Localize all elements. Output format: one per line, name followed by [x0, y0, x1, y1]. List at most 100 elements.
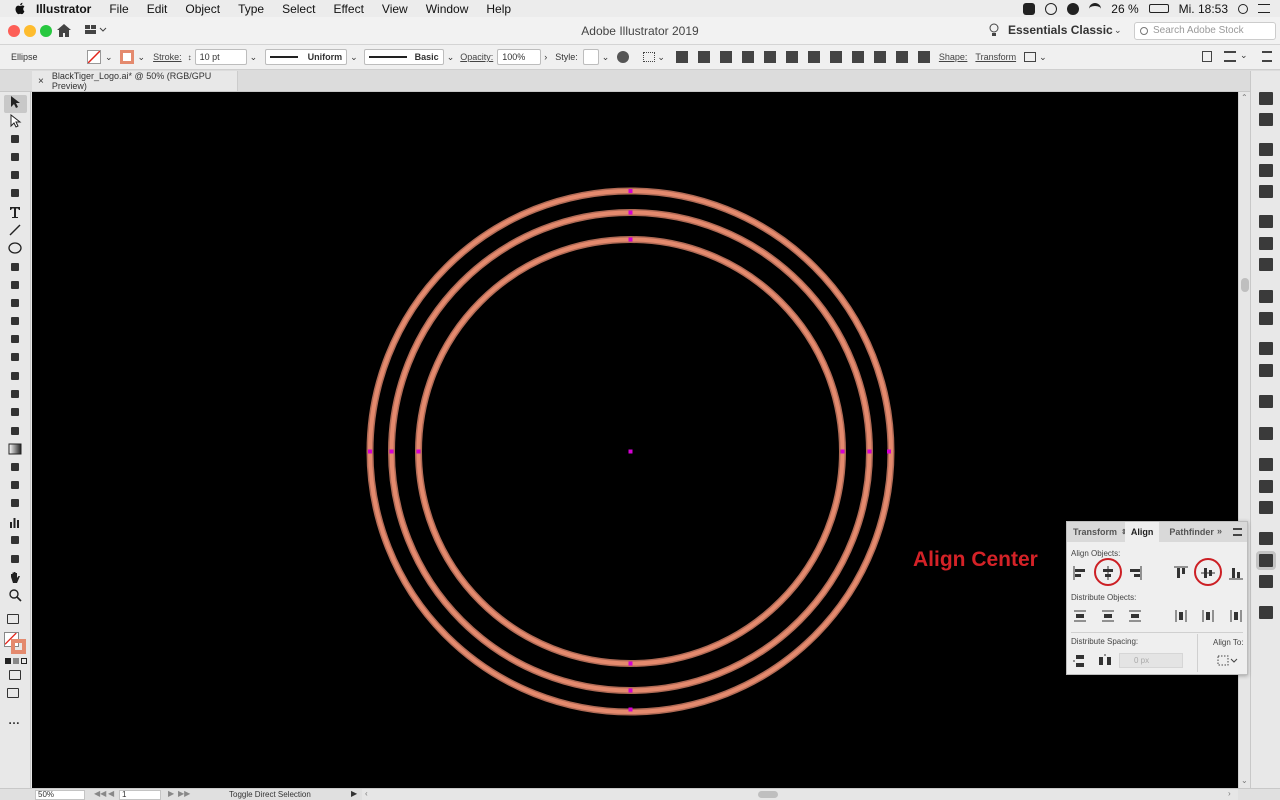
transparency-panel-icon[interactable]: [1259, 258, 1273, 271]
distribute-left-button[interactable]: [1173, 608, 1189, 624]
scale-tool-icon[interactable]: [7, 332, 23, 346]
control-panel-menu-icon[interactable]: [1224, 51, 1236, 62]
vertical-align-top-button[interactable]: [1173, 565, 1189, 581]
search-icon[interactable]: [1238, 3, 1248, 14]
libraries-panel-icon[interactable]: [1259, 395, 1273, 408]
align-right-icon[interactable]: [719, 51, 732, 63]
fill-swatch[interactable]: [87, 50, 101, 64]
transform-panel-icon[interactable]: [1259, 532, 1273, 545]
symbol-sprayer-tool-icon[interactable]: [7, 496, 23, 510]
color-panel-icon[interactable]: [1259, 92, 1273, 105]
distribute-bottom-button[interactable]: [1127, 608, 1143, 624]
creative-cloud-icon[interactable]: [1023, 2, 1036, 15]
stroke-label[interactable]: Stroke:: [153, 52, 182, 62]
status-text[interactable]: Toggle Direct Selection: [229, 790, 311, 799]
blob-brush-tool-icon[interactable]: [7, 278, 23, 292]
width-tool-icon[interactable]: [7, 350, 23, 364]
distribute-top-button[interactable]: [1072, 608, 1088, 624]
shape-builder-tool-icon[interactable]: [7, 387, 23, 401]
lasso-tool-icon[interactable]: [7, 150, 23, 164]
scroll-left-icon[interactable]: ‹: [365, 789, 368, 798]
stroke-weight-field[interactable]: 10 pt: [194, 49, 247, 65]
lightbulb-icon[interactable]: [989, 23, 999, 37]
type-tool-icon[interactable]: [7, 205, 23, 219]
mesh-tool-icon[interactable]: [7, 424, 23, 438]
align-horizontal-center-icon[interactable]: [697, 51, 710, 63]
stroke-panel-icon[interactable]: [1259, 215, 1273, 228]
circles-artwork[interactable]: [32, 92, 1238, 788]
chevron-down-icon[interactable]: ⌄: [105, 52, 113, 63]
curvature-tool-icon[interactable]: [7, 186, 23, 200]
appearance-panel-icon[interactable]: [1259, 290, 1273, 303]
workspace-switcher[interactable]: Essentials Classic: [1008, 23, 1113, 37]
variable-width-profile[interactable]: Uniform: [265, 49, 348, 65]
swatches-panel-icon[interactable]: [1259, 143, 1273, 156]
distribute-left-icon[interactable]: [873, 51, 886, 63]
next-artboard-icon[interactable]: ▶: [168, 789, 174, 798]
tab-align[interactable]: Align: [1124, 522, 1160, 542]
menu-app[interactable]: Illustrator: [36, 2, 91, 16]
zoom-field[interactable]: 50%: [35, 790, 85, 800]
wifi-icon[interactable]: [1089, 2, 1102, 15]
align-to-icon[interactable]: [643, 52, 656, 62]
distribute-horizontal-space-button[interactable]: [1097, 653, 1113, 669]
brush-definition[interactable]: Basic: [363, 49, 444, 65]
menu-file[interactable]: File: [109, 2, 128, 16]
shape-label[interactable]: Shape:: [939, 52, 968, 62]
distribute-horizontal-center-button[interactable]: [1200, 608, 1216, 624]
close-tab-icon[interactable]: ×: [38, 76, 44, 87]
ellipse-tool-icon[interactable]: [7, 241, 23, 255]
asset-export-panel-icon[interactable]: [1259, 342, 1273, 355]
vertical-align-bottom-button[interactable]: [1228, 565, 1244, 581]
panel-menu-icon[interactable]: [1233, 528, 1242, 536]
align-left-icon[interactable]: [675, 51, 688, 63]
cc-panel-icon[interactable]: [1259, 427, 1273, 440]
last-artboard-icon[interactable]: ▶▶: [178, 789, 190, 798]
distribute-vertical-center-icon[interactable]: [829, 51, 842, 63]
panel-collapse-icon[interactable]: »: [1217, 526, 1222, 536]
chevron-down-icon[interactable]: ⌄: [657, 52, 665, 63]
menu-window[interactable]: Window: [426, 2, 469, 16]
hand-tool-icon[interactable]: [7, 570, 23, 584]
opacity-field[interactable]: 100%: [497, 49, 542, 65]
recolor-artwork-icon[interactable]: [617, 51, 630, 63]
slice-tool-icon[interactable]: [7, 552, 23, 566]
scroll-thumb[interactable]: [1241, 278, 1249, 292]
gradient-tool-icon[interactable]: [7, 442, 23, 456]
paintbrush-tool-icon[interactable]: [7, 260, 23, 274]
prev-artboard-icon[interactable]: ◀: [108, 789, 114, 798]
stroke-swatch[interactable]: [119, 50, 134, 64]
tab-pathfinder[interactable]: Pathfinder: [1163, 522, 1220, 542]
chevron-down-icon[interactable]: ⌄: [1039, 52, 1047, 63]
menu-help[interactable]: Help: [486, 2, 511, 16]
brushes-panel-icon[interactable]: [1259, 164, 1273, 177]
line-segment-tool-icon[interactable]: [7, 223, 23, 237]
app-tray-icon[interactable]: [1067, 2, 1080, 15]
scroll-right-icon[interactable]: ›: [1228, 789, 1231, 798]
scroll-down-icon[interactable]: ⌄: [1241, 776, 1248, 785]
pathfinder-panel-icon[interactable]: [1259, 575, 1273, 588]
clock[interactable]: Mi. 18:53: [1179, 2, 1228, 16]
artboard-field[interactable]: 1: [119, 790, 161, 800]
horizontal-scroll-thumb[interactable]: [758, 791, 778, 798]
isolate-icon[interactable]: [1024, 52, 1037, 62]
adobe-stock-search[interactable]: Search Adobe Stock: [1134, 22, 1276, 40]
align-panel-icon[interactable]: [1256, 551, 1276, 570]
more-tools-icon[interactable]: …: [8, 713, 21, 727]
distribute-right-icon[interactable]: [917, 51, 930, 63]
eyedropper-tool-icon[interactable]: [7, 460, 23, 474]
distribute-vertical-center-button[interactable]: [1100, 608, 1116, 624]
artboards-panel-icon[interactable]: [1259, 364, 1273, 377]
graphic-styles-panel-icon[interactable]: [1259, 312, 1273, 325]
character-panel-icon[interactable]: [1259, 458, 1273, 471]
document-tab[interactable]: × BlackTiger_Logo.ai* @ 50% (RGB/GPU Pre…: [32, 71, 238, 91]
distribute-right-button[interactable]: [1228, 608, 1244, 624]
chevron-down-icon[interactable]: ⌄: [1114, 25, 1122, 36]
artboard-canvas[interactable]: [32, 92, 1238, 788]
distribute-top-icon[interactable]: [807, 51, 820, 63]
draw-mode-icon[interactable]: [9, 670, 21, 683]
zoom-tool-icon[interactable]: [7, 588, 23, 602]
gradient-panel-icon[interactable]: [1259, 237, 1273, 250]
menu-view[interactable]: View: [382, 2, 408, 16]
chevron-right-icon[interactable]: ›: [544, 52, 547, 62]
